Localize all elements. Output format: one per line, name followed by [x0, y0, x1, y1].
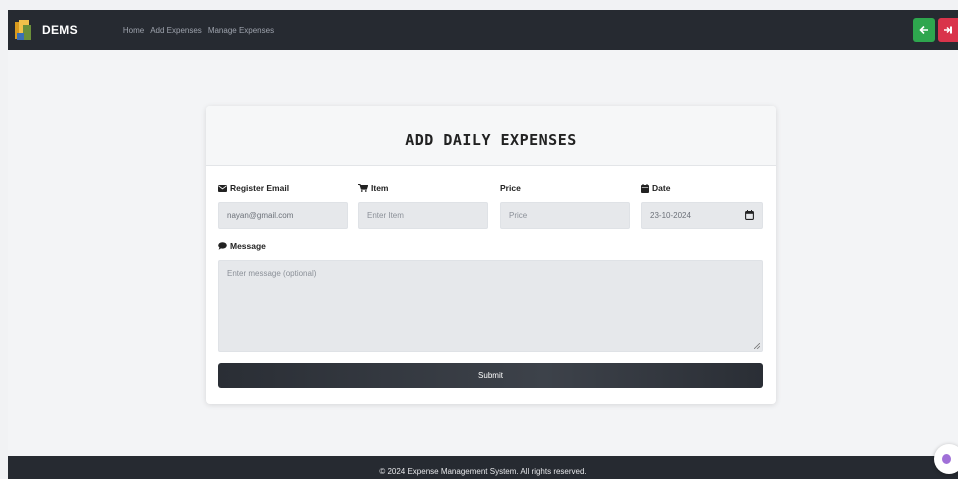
nav-link-add-expenses[interactable]: Add Expenses [150, 26, 202, 35]
comment-icon [218, 242, 227, 250]
date-value: 23-10-2024 [650, 211, 691, 220]
expense-form-card: ADD DAILY EXPENSES Register Email nayan@… [206, 106, 776, 404]
floating-assistant-button[interactable] [934, 444, 958, 474]
email-field[interactable]: nayan@gmail.com [218, 202, 348, 229]
brand-name: DEMS [42, 23, 78, 37]
logout-button[interactable] [938, 18, 958, 42]
navbar: DEMS Home Add Expenses Manage Expenses [8, 10, 958, 50]
nav-link-home[interactable]: Home [123, 26, 144, 35]
calendar-picker-icon[interactable] [745, 210, 754, 220]
item-label: Item [358, 183, 388, 193]
logout-icon [944, 26, 952, 34]
message-placeholder: Enter message (optional) [227, 269, 317, 278]
nav-actions [913, 18, 958, 42]
app-frame: DEMS Home Add Expenses Manage Expenses A… [8, 10, 958, 479]
message-label: Message [218, 241, 266, 251]
form-title: ADD DAILY EXPENSES [405, 130, 577, 149]
nav-links: Home Add Expenses Manage Expenses [123, 26, 274, 35]
submit-button[interactable]: Submit [218, 363, 763, 388]
cart-icon [358, 184, 368, 192]
price-label: Price [500, 183, 521, 193]
message-textarea[interactable]: Enter message (optional) [218, 260, 763, 352]
date-input[interactable]: 23-10-2024 [641, 202, 763, 229]
email-label: Register Email [218, 183, 289, 193]
brand[interactable]: DEMS [14, 19, 78, 41]
footer-copyright: © 2024 Expense Management System. All ri… [379, 467, 587, 476]
ledger-icon [14, 19, 32, 41]
back-button[interactable] [913, 18, 935, 42]
nav-link-manage-expenses[interactable]: Manage Expenses [208, 26, 274, 35]
calendar-icon [641, 183, 649, 193]
assistant-icon [942, 454, 951, 464]
price-input[interactable]: Price [500, 202, 630, 229]
resize-handle-icon[interactable] [754, 343, 760, 349]
arrow-left-icon [919, 25, 928, 35]
footer: © 2024 Expense Management System. All ri… [8, 456, 958, 479]
date-label: Date [641, 183, 670, 193]
envelope-icon [218, 184, 227, 192]
item-input[interactable]: Enter Item [358, 202, 488, 229]
card-header: ADD DAILY EXPENSES [206, 106, 776, 166]
